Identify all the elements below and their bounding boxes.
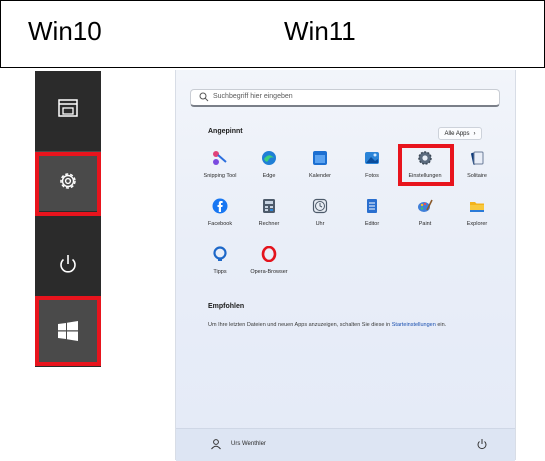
recommended-text: Um Ihre letzten Dateien und neuen Apps a… — [208, 322, 392, 328]
app-label: Editor — [364, 221, 380, 227]
win11-start-menu: Suchbegriff hier eingeben Angepinnt Alle… — [175, 70, 516, 461]
user-avatar-icon[interactable] — [210, 438, 222, 450]
clock-icon — [312, 198, 328, 214]
start-settings-link[interactable]: Starteinstellungen — [392, 322, 436, 328]
power-icon[interactable] — [476, 438, 488, 450]
all-apps-label: Alle Apps — [444, 130, 470, 137]
photos-icon — [365, 152, 379, 164]
edge-icon — [262, 151, 276, 165]
documents-button[interactable] — [35, 81, 101, 135]
recommended-heading: Empfohlen — [208, 303, 245, 310]
app-notepad[interactable]: Editor — [349, 198, 395, 232]
tips-icon — [213, 246, 227, 261]
chevron-right-icon: › — [473, 130, 476, 137]
app-label: Paint — [418, 221, 432, 227]
highlight-frame-settings — [35, 152, 101, 216]
app-label: Explorer — [466, 221, 488, 227]
comparison-header: Win10 Win11 — [0, 0, 545, 68]
app-tips[interactable]: Tipps — [197, 246, 243, 280]
search-placeholder: Suchbegriff hier eingeben — [213, 93, 293, 100]
paint-icon — [418, 199, 433, 212]
calendar-icon — [313, 151, 327, 165]
power-button[interactable] — [35, 236, 101, 292]
app-facebook[interactable]: Facebook — [197, 198, 243, 232]
app-calculator[interactable]: Rechner — [246, 198, 292, 232]
app-paint[interactable]: Paint — [402, 198, 448, 232]
app-snipping-tool[interactable]: Snipping Tool — [197, 150, 243, 184]
user-name[interactable]: Urs Wenthler — [231, 441, 266, 447]
highlight-frame-einstellungen — [398, 144, 454, 186]
search-input[interactable]: Suchbegriff hier eingeben — [190, 89, 500, 107]
win11-label: Win11 — [284, 16, 356, 46]
app-solitaire[interactable]: Solitaire — [454, 150, 500, 184]
search-icon — [199, 92, 209, 102]
solitaire-icon — [471, 151, 484, 165]
highlight-frame-start — [35, 296, 101, 366]
opera-icon — [261, 246, 277, 262]
app-opera[interactable]: Opera-Browser — [246, 246, 292, 280]
recommended-suffix: ein. — [435, 322, 447, 328]
calculator-icon — [263, 199, 275, 213]
notepad-icon — [367, 199, 377, 213]
snipping-tool-icon — [213, 151, 227, 165]
app-label: Edge — [262, 173, 276, 179]
power-icon — [60, 255, 76, 273]
app-label: Opera-Browser — [250, 269, 288, 275]
recommended-message: Um Ihre letzten Dateien und neuen Apps a… — [208, 322, 446, 328]
app-calendar[interactable]: Kalender — [297, 150, 343, 184]
folder-icon — [470, 202, 484, 212]
app-label: Uhr — [315, 221, 325, 227]
all-apps-button[interactable]: Alle Apps › — [438, 127, 482, 140]
documents-icon — [58, 99, 78, 117]
facebook-icon — [212, 198, 228, 214]
app-edge[interactable]: Edge — [246, 150, 292, 184]
app-label: Rechner — [258, 221, 280, 227]
start-footer: Urs Wenthler — [176, 428, 515, 461]
app-label: Fotos — [365, 173, 379, 179]
app-label: Kalender — [308, 173, 332, 179]
app-photos[interactable]: Fotos — [349, 150, 395, 184]
pinned-heading: Angepinnt — [208, 128, 243, 135]
app-clock[interactable]: Uhr — [297, 198, 343, 232]
win10-label: Win10 — [28, 16, 102, 46]
app-label: Solitaire — [467, 173, 487, 179]
app-explorer[interactable]: Explorer — [454, 198, 500, 232]
